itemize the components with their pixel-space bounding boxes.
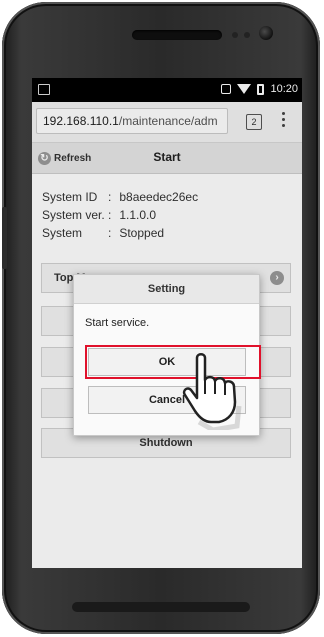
earpiece-speaker: [132, 30, 222, 40]
side-volume-button: [2, 207, 7, 269]
light-sensor: [244, 32, 250, 38]
phone-frame: 10:20 192.168.110.1/maintenance/adm 2 ↻ …: [2, 2, 320, 634]
proximity-sensor: [232, 32, 238, 38]
pointing-hand-icon: [182, 353, 242, 430]
bottom-bezel: [72, 602, 250, 612]
screen: 10:20 192.168.110.1/maintenance/adm 2 ↻ …: [32, 78, 302, 568]
dialog-title: Setting: [74, 275, 259, 304]
dialog-message: Start service.: [85, 317, 150, 329]
front-camera: [259, 26, 273, 40]
